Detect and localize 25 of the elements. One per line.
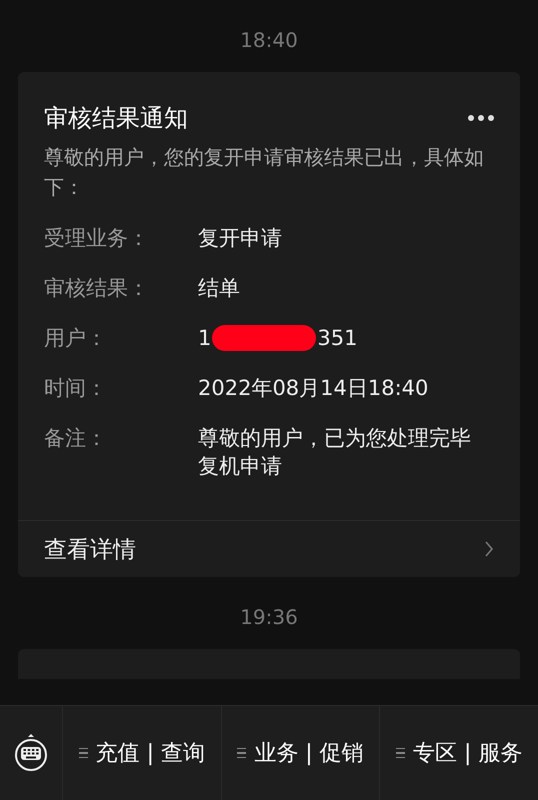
field-value: 1 [198, 325, 212, 352]
field-label: 受理业务： [44, 225, 150, 252]
menu-button[interactable]: 充值 | 查询 [63, 706, 222, 800]
list-icon [396, 748, 405, 758]
field-value: 351 [317, 325, 358, 352]
list-icon [237, 748, 246, 758]
field-label: 审核结果： [44, 275, 150, 302]
chevron-right-icon [484, 541, 494, 557]
message-time: 19:36 [240, 605, 298, 629]
field-value: 2022年08月14日18:40 [198, 375, 428, 402]
field-value: 复开申请 [198, 225, 282, 252]
menu-button[interactable]: 专区 | 服务 [380, 706, 538, 800]
keyboard-icon[interactable] [13, 733, 49, 773]
field-label: 备注： [44, 425, 108, 452]
card-intro: 尊敬的用户，您的复开申请审核结果已出，具体如下： [43, 144, 485, 201]
menu-button[interactable]: 业务 | 促销 [222, 706, 380, 800]
card-title: 审核结果通知 [44, 103, 188, 134]
list-icon [78, 748, 88, 758]
field-label: 时间： [44, 375, 108, 402]
view-details-link[interactable]: 查看详情 [18, 520, 520, 577]
message-time: 18:40 [240, 28, 298, 52]
field-label: 用户： [44, 325, 108, 352]
field-value: 尊敬的用户，已为您处理完毕复机申请 [198, 425, 472, 480]
field-value: 结单 [198, 275, 240, 302]
link-text: 查看详情 [44, 536, 136, 564]
